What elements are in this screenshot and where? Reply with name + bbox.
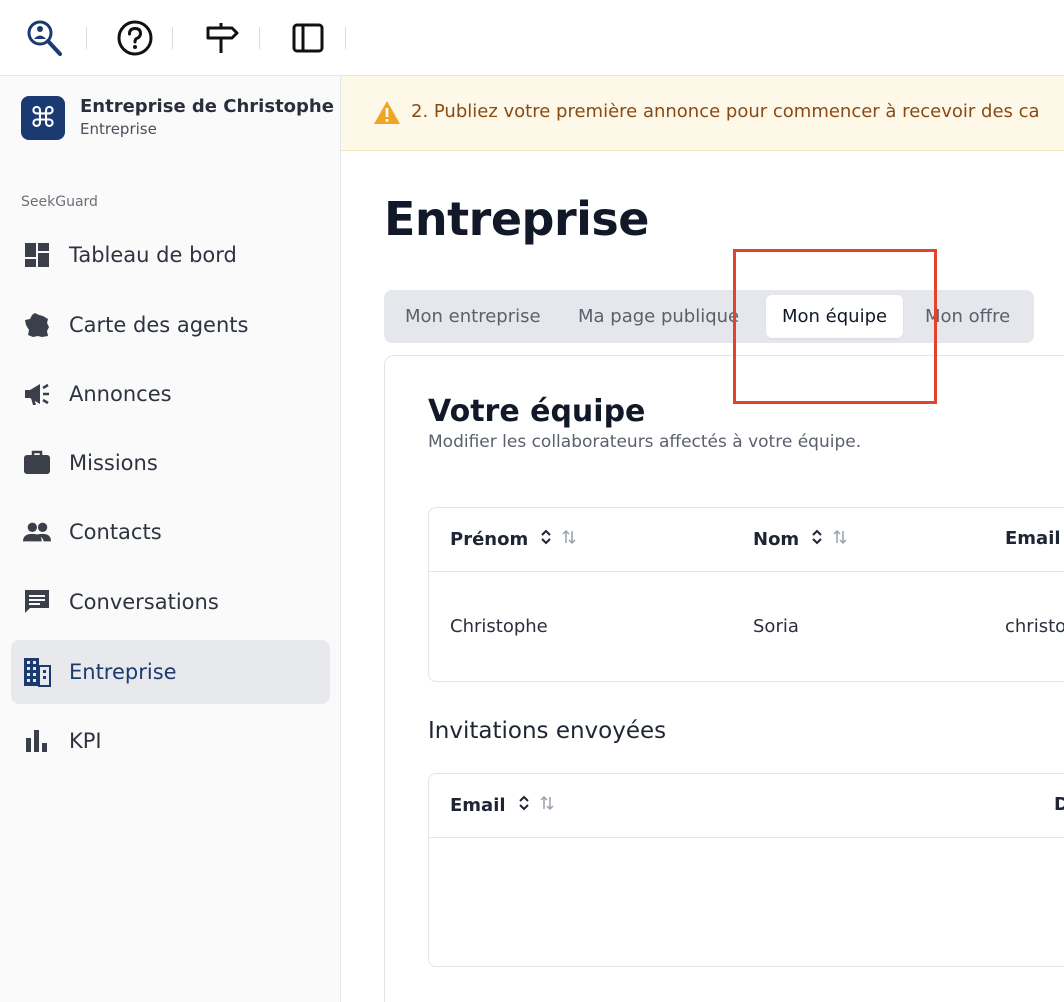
column-header-label: Nom	[753, 529, 800, 550]
column-header-nom[interactable]: Nom	[753, 528, 847, 551]
table-header-row: Prénom Nom Email	[429, 508, 1064, 572]
sort-chevron-icon[interactable]	[518, 794, 530, 817]
column-header-email[interactable]: Email	[1005, 528, 1061, 549]
sidebar-item-label: Tableau de bord	[69, 243, 237, 267]
cell-last-name: Soria	[753, 616, 799, 637]
toolbar-separator	[86, 27, 87, 49]
company-type: Entreprise	[80, 120, 157, 138]
sidebar-item-label: Contacts	[69, 520, 162, 544]
people-icon	[23, 518, 51, 546]
team-section-title: Votre équipe	[428, 394, 646, 429]
megaphone-icon	[23, 380, 51, 408]
sidebar-item-label: Annonces	[69, 382, 172, 406]
signpost-icon[interactable]	[202, 18, 242, 58]
tab-mon-offre[interactable]: Mon offre	[925, 295, 1010, 338]
tab-ma-page-publique[interactable]: Ma page publique	[578, 295, 739, 338]
chat-icon	[23, 588, 51, 616]
briefcase-icon	[23, 449, 51, 477]
cell-first-name: Christophe	[450, 616, 548, 637]
sort-arrows-icon[interactable]	[562, 529, 576, 550]
cell-email: christo	[1005, 616, 1064, 637]
help-icon[interactable]	[115, 18, 155, 58]
sort-chevron-icon[interactable]	[811, 528, 823, 551]
sidebar-section-label: SeekGuard	[21, 194, 98, 210]
sidebar-item-label: Missions	[69, 451, 158, 475]
sidebar-item-missions[interactable]: Missions	[11, 431, 330, 495]
sidebar-toggle-icon[interactable]	[288, 18, 328, 58]
france-map-icon	[23, 311, 51, 339]
invitations-table: Email D	[428, 773, 1064, 967]
warning-icon	[373, 100, 401, 126]
sidebar-item-entreprise[interactable]: Entreprise	[11, 640, 330, 704]
column-header-label: Prénom	[450, 529, 529, 550]
sidebar-item-carte-des-agents[interactable]: Carte des agents	[11, 293, 330, 357]
column-header-label: Email	[450, 795, 506, 816]
sidebar-item-tableau-de-bord[interactable]: Tableau de bord	[11, 223, 330, 287]
sidebar-item-conversations[interactable]: Conversations	[11, 570, 330, 634]
company-name[interactable]: Entreprise de Christophe	[80, 96, 334, 117]
column-header-email[interactable]: Email	[450, 794, 554, 817]
banner-text: 2. Publiez votre première annonce pour c…	[411, 101, 1040, 122]
sidebar-item-label: Carte des agents	[69, 313, 249, 337]
bar-chart-icon	[23, 727, 51, 755]
sidebar-item-label: KPI	[69, 729, 102, 753]
tab-bar: Mon entreprise Ma page publique Mon équi…	[384, 290, 1034, 343]
sidebar: ⌘ Entreprise de Christophe Entreprise Se…	[0, 76, 341, 1002]
table-header-row: Email D	[429, 774, 1064, 838]
team-section-subtitle: Modifier les collaborateurs affectés à v…	[428, 432, 862, 452]
building-icon	[23, 658, 51, 687]
page-title: Entreprise	[384, 192, 650, 246]
top-toolbar	[0, 0, 1064, 76]
dashboard-icon	[23, 241, 51, 269]
toolbar-separator	[172, 27, 173, 49]
tab-mon-entreprise[interactable]: Mon entreprise	[405, 295, 541, 338]
sort-arrows-icon[interactable]	[540, 795, 554, 816]
sidebar-item-annonces[interactable]: Annonces	[11, 362, 330, 426]
toolbar-separator	[259, 27, 260, 49]
team-table: Prénom Nom Email Christophe Soria christ…	[428, 507, 1064, 682]
toolbar-separator	[345, 27, 346, 49]
seekguard-logo-icon[interactable]	[24, 18, 64, 58]
company-logo-icon[interactable]: ⌘	[21, 96, 65, 140]
onboarding-banner[interactable]: 2. Publiez votre première annonce pour c…	[341, 76, 1064, 151]
column-header-date[interactable]: D	[1054, 794, 1064, 815]
invitations-section-title: Invitations envoyées	[428, 718, 667, 744]
sidebar-item-label: Conversations	[69, 590, 219, 614]
tab-mon-equipe[interactable]: Mon équipe	[766, 295, 904, 338]
column-header-prenom[interactable]: Prénom	[450, 528, 576, 551]
sidebar-item-contacts[interactable]: Contacts	[11, 500, 330, 564]
sort-arrows-icon[interactable]	[833, 529, 847, 550]
sidebar-item-kpi[interactable]: KPI	[11, 709, 330, 773]
column-header-label: Email	[1005, 528, 1061, 549]
sort-chevron-icon[interactable]	[540, 528, 552, 551]
sidebar-item-label: Entreprise	[69, 660, 177, 684]
